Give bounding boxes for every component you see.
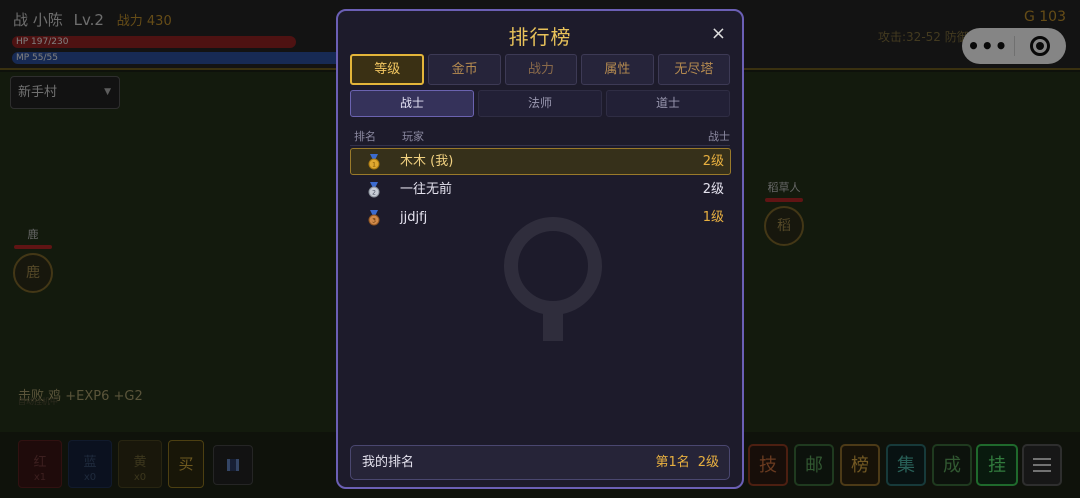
my-rank-label: 我的排名	[362, 455, 415, 470]
tab-warrior[interactable]: 战士	[350, 90, 474, 117]
player-name: jjdjfj	[400, 210, 428, 225]
close-icon[interactable]: ×	[711, 23, 726, 44]
tab-power[interactable]: 战力	[504, 54, 578, 85]
list-item[interactable]: 2 一往无前 2级	[350, 176, 731, 203]
tab-endless-tower[interactable]: 无尽塔	[657, 54, 731, 85]
tab-gold[interactable]: 金币	[428, 54, 501, 85]
svg-text:2: 2	[372, 190, 376, 197]
player-value: 1级	[702, 210, 724, 225]
my-rank-level: 2级	[697, 455, 719, 470]
header-value: 战士	[708, 130, 730, 143]
leaderboard-modal: 排行榜 × 等级 金币 战力 属性 无尽塔 战士 法师 道士 排名 玩家 战士 …	[336, 9, 744, 489]
list-item[interactable]: 1 木木 (我) 2级	[350, 148, 731, 175]
leaderboard-list: 1 木木 (我) 2级 2 一往无前 2级 3 jjdjfj 1级	[350, 148, 731, 232]
my-rank-value: 第1名 2级	[647, 446, 719, 479]
bronze-medal-icon: 3	[368, 210, 380, 226]
modal-title: 排行榜	[508, 25, 572, 49]
tab-attributes[interactable]: 属性	[581, 54, 654, 85]
gold-medal-icon: 1	[368, 154, 380, 170]
my-rank-bar: 我的排名 第1名 2级	[350, 445, 730, 480]
silver-medal-icon: 2	[368, 182, 380, 198]
header-divider	[350, 145, 730, 146]
tab-taoist[interactable]: 道士	[606, 90, 730, 117]
class-tabs: 战士 法师 道士	[350, 90, 730, 117]
player-name: 木木 (我)	[400, 154, 454, 169]
category-tabs: 等级 金币 战力 属性 无尽塔	[350, 54, 731, 85]
player-value: 2级	[702, 154, 724, 169]
my-rank-position: 第1名	[655, 455, 690, 470]
header-player: 玩家	[402, 130, 424, 143]
list-item[interactable]: 3 jjdjfj 1级	[350, 204, 731, 231]
tab-mage[interactable]: 法师	[478, 90, 602, 117]
player-value: 2级	[702, 182, 724, 197]
svg-text:1: 1	[372, 162, 376, 169]
tab-level[interactable]: 等级	[350, 54, 425, 85]
player-name: 一往无前	[400, 182, 453, 197]
header-rank: 排名	[354, 130, 376, 143]
svg-text:3: 3	[372, 218, 376, 225]
